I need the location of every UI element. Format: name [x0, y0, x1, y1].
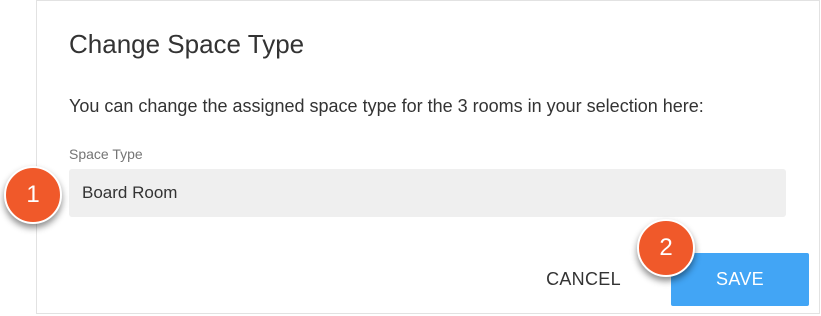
- space-type-select[interactable]: Board Room: [69, 169, 786, 217]
- space-type-label: Space Type: [69, 146, 143, 162]
- step-callout-1: 1: [4, 166, 62, 224]
- space-type-value: Board Room: [82, 183, 178, 202]
- dialog-description: You can change the assigned space type f…: [69, 96, 704, 116]
- dialog-title: Change Space Type: [69, 29, 305, 59]
- step-callout-2: 2: [637, 219, 695, 277]
- change-space-type-dialog: Change Space Type You can change the ass…: [36, 0, 820, 314]
- cancel-button[interactable]: CANCEL: [531, 253, 636, 306]
